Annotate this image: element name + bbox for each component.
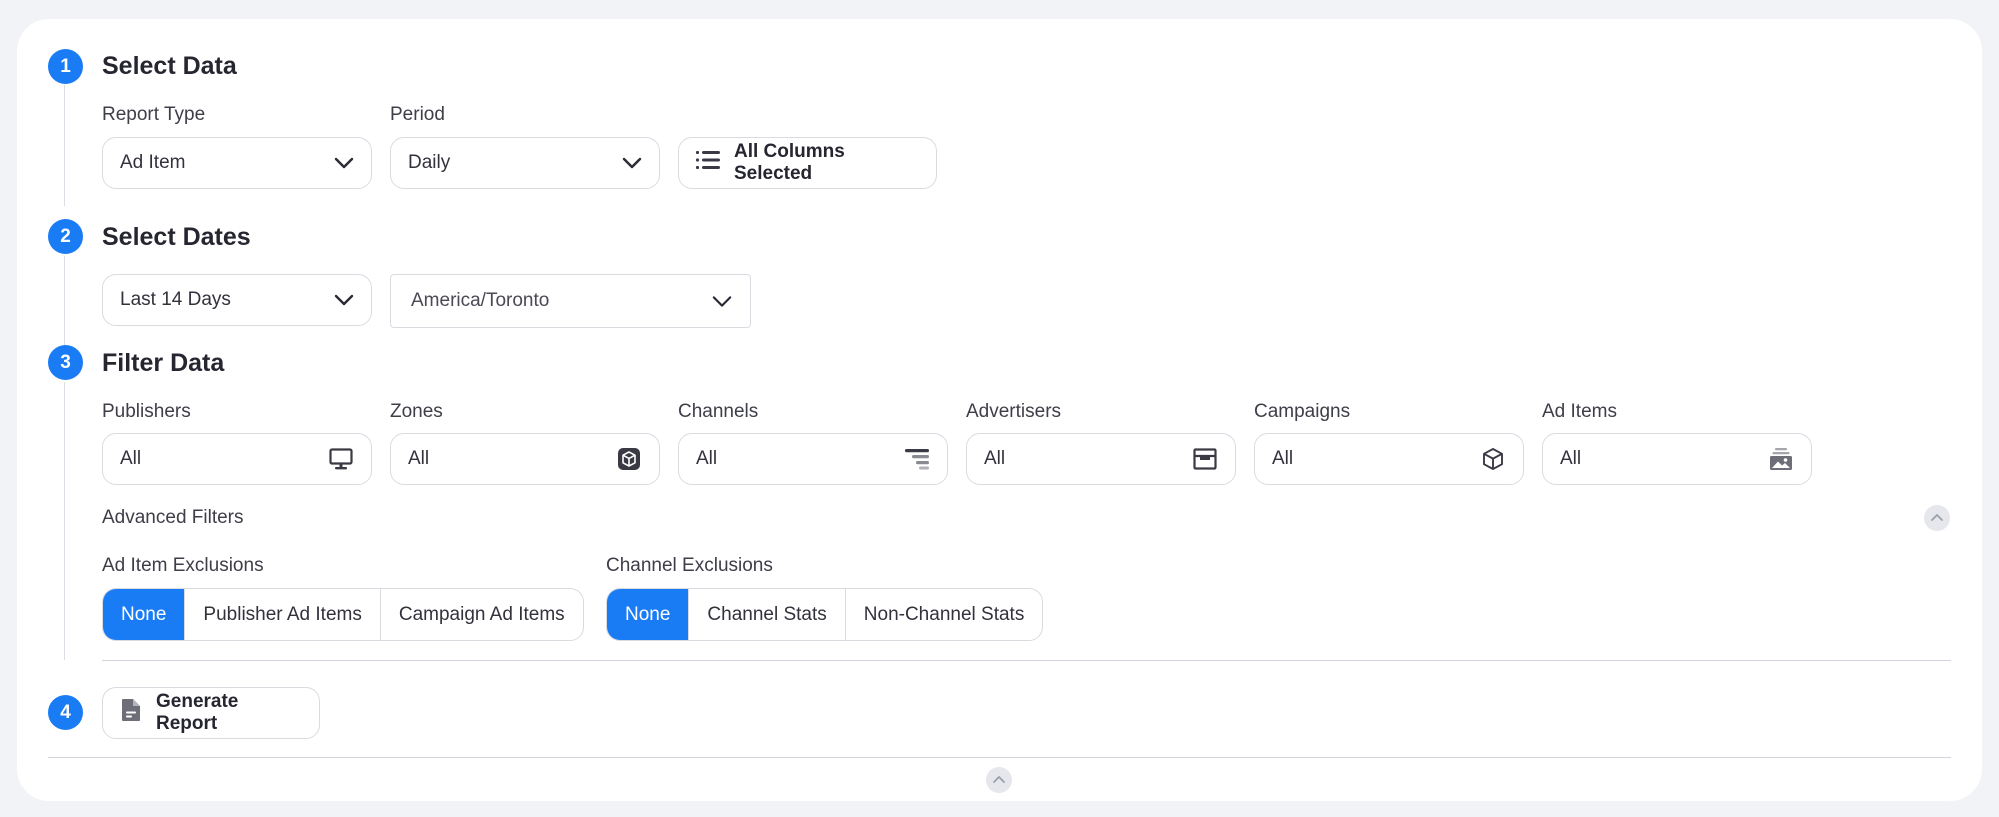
report-type-select[interactable]: Ad Item (102, 137, 372, 189)
list-icon (696, 150, 720, 176)
channel-exclusion-none[interactable]: None (607, 589, 689, 640)
ad-items-value: All (1560, 448, 1582, 469)
campaigns-label: Campaigns (1254, 401, 1351, 422)
step-number-4: 4 (48, 695, 83, 730)
section-title-select-data: Select Data (102, 52, 237, 80)
zones-filter[interactable]: All (390, 433, 660, 485)
step-number-3: 3 (48, 345, 83, 380)
generate-report-button[interactable]: Generate Report (102, 687, 320, 739)
columns-selector-label: All Columns Selected (734, 141, 845, 184)
publishers-filter[interactable]: All (102, 433, 372, 485)
campaign-box-icon (1480, 446, 1506, 472)
ad-item-exclusions-toggle: None Publisher Ad Items Campaign Ad Item… (102, 588, 584, 641)
ad-item-exclusion-campaign[interactable]: Campaign Ad Items (379, 589, 583, 640)
advertisers-value: All (984, 448, 1006, 469)
report-type-value: Ad Item (120, 152, 186, 173)
channels-filter[interactable]: All (678, 433, 948, 485)
channel-exclusion-channel-stats[interactable]: Channel Stats (688, 589, 844, 640)
chevron-down-icon (622, 153, 642, 173)
channel-exclusion-non-channel-stats[interactable]: Non-Channel Stats (844, 589, 1043, 640)
chevron-down-icon (334, 290, 354, 310)
step-number-1: 1 (48, 49, 83, 84)
chevron-down-icon (712, 291, 732, 311)
advanced-filters-label: Advanced Filters (102, 507, 244, 528)
zone-cube-icon (616, 446, 642, 472)
channel-exclusions-toggle: None Channel Stats Non-Channel Stats (606, 588, 1044, 641)
publishers-label: Publishers (102, 401, 191, 422)
ad-item-exclusions-label: Ad Item Exclusions (102, 555, 264, 576)
collapse-panel-button[interactable] (986, 767, 1012, 793)
campaigns-filter[interactable]: All (1254, 433, 1524, 485)
period-select[interactable]: Daily (390, 137, 660, 189)
channels-label: Channels (678, 401, 759, 422)
timezone-value: America/Toronto (411, 290, 550, 311)
zones-label: Zones (390, 401, 443, 422)
advertisers-filter[interactable]: All (966, 433, 1236, 485)
advertisers-label: Advertisers (966, 401, 1062, 422)
ad-items-filter[interactable]: All (1542, 433, 1812, 485)
channels-icon (904, 446, 930, 472)
step-connector (64, 85, 65, 206)
advertiser-icon (1192, 446, 1218, 472)
document-icon (120, 698, 142, 728)
generate-report-label: Generate Report (156, 691, 239, 734)
section-title-select-dates: Select Dates (102, 223, 251, 251)
monitor-icon (328, 446, 354, 472)
timezone-select[interactable]: America/Toronto (390, 274, 751, 328)
channels-value: All (696, 448, 718, 469)
date-range-select[interactable]: Last 14 Days (102, 274, 372, 326)
report-type-label: Report Type (102, 104, 206, 125)
publishers-value: All (120, 448, 142, 469)
chevron-up-icon (992, 771, 1006, 789)
step-connector (64, 256, 65, 346)
ad-items-label: Ad Items (1542, 401, 1617, 422)
ad-item-exclusion-publisher[interactable]: Publisher Ad Items (184, 589, 379, 640)
campaigns-value: All (1272, 448, 1294, 469)
channel-exclusions-label: Channel Exclusions (606, 555, 773, 576)
step-connector (64, 382, 65, 660)
zones-value: All (408, 448, 430, 469)
columns-selector-button[interactable]: All Columns Selected (678, 137, 937, 189)
advanced-filters-collapse-button[interactable] (1924, 505, 1950, 531)
step-number-2: 2 (48, 219, 83, 254)
chevron-down-icon (334, 153, 354, 173)
chevron-up-icon (1930, 509, 1944, 527)
ad-image-icon (1768, 446, 1794, 472)
period-label: Period (390, 104, 445, 125)
period-value: Daily (408, 152, 451, 173)
filters-divider (102, 660, 1951, 661)
date-range-value: Last 14 Days (120, 289, 231, 310)
section-title-filter-data: Filter Data (102, 349, 225, 377)
footer-divider (48, 757, 1951, 758)
ad-item-exclusion-none[interactable]: None (103, 589, 185, 640)
